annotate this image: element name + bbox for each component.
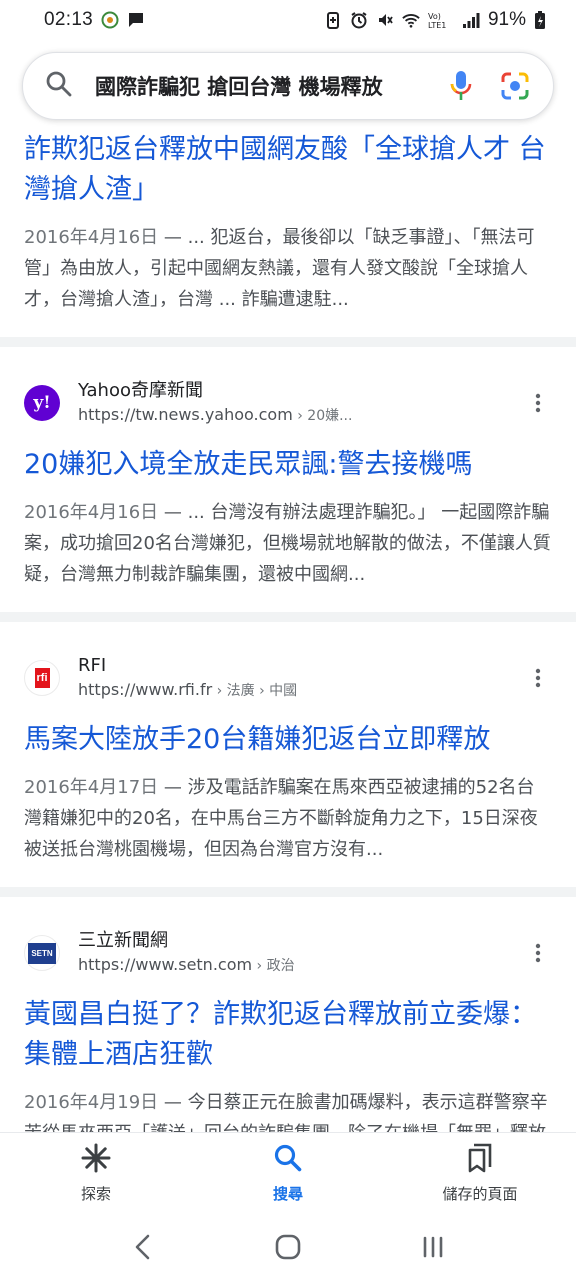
source-url-text: https://www.rfi.fr — [78, 679, 213, 699]
signal-icon — [462, 11, 480, 29]
favicon-label: rfi — [34, 668, 50, 688]
saved-pages-icon — [466, 1143, 494, 1177]
nav-search-label: 搜尋 — [272, 1185, 303, 1203]
more-options-icon[interactable] — [524, 933, 552, 973]
nav-saved-label: 儲存的頁面 — [442, 1185, 518, 1203]
alarm-icon — [350, 11, 368, 29]
result-card: rfi RFI https://www.rfi.fr › 法廣 › 中國 馬案大… — [0, 622, 576, 887]
google-lens-icon[interactable] — [495, 66, 535, 106]
more-options-icon[interactable] — [524, 383, 552, 423]
setn-favicon-icon: SETN — [24, 935, 60, 971]
source-url-text: https://www.setn.com — [78, 954, 253, 974]
nav-discover-label: 探索 — [80, 1185, 111, 1203]
more-options-icon[interactable] — [524, 658, 552, 698]
rfi-favicon-icon: rfi — [24, 660, 60, 696]
status-time: 02:13 — [44, 9, 94, 30]
result-snippet: 2016年4月16日 — ... 台灣沒有辦法處理詐騙犯。」 一起國際詐騙案，成… — [24, 497, 552, 590]
result-date: 2016年4月16日 — [24, 227, 159, 248]
source-url: https://www.setn.com › 政治 — [78, 953, 524, 978]
result-title[interactable]: 黃國昌白挺了？詐欺犯返台釋放前立委爆：集體上酒店狂歡 — [24, 995, 552, 1075]
status-bar: 02:13 Vo) LTE1 91% — [0, 0, 576, 40]
app-notification-icon — [101, 11, 119, 29]
result-date: 2016年4月17日 — [24, 777, 159, 798]
search-icon[interactable] — [45, 70, 73, 102]
nav-discover[interactable]: 探索 — [0, 1133, 192, 1214]
source-url: https://tw.news.yahoo.com › 20嫌... — [78, 403, 524, 428]
result-title[interactable]: 20嫌犯入境全放走民眾諷:警去接機嗎 — [24, 445, 552, 485]
source-breadcrumb: › 政治 — [252, 957, 295, 974]
microphone-icon[interactable] — [441, 66, 481, 106]
source-name: 三立新聞網 — [78, 929, 168, 951]
result-card: 詐欺犯返台釋放中國網友酸「全球搶人才 台灣搶人渣」 2016年4月16日 — .… — [0, 128, 576, 337]
result-snippet: 2016年4月19日 — 今日蔡正元在臉書加碼爆料，表示這群警察辛苦從馬來西亞「… — [24, 1087, 552, 1132]
nav-saved[interactable]: 儲存的頁面 — [384, 1133, 576, 1214]
battery-saver-icon — [324, 11, 342, 29]
result-title[interactable]: 詐欺犯返台釋放中國網友酸「全球搶人才 台灣搶人渣」 — [24, 130, 552, 210]
source-name: Yahoo奇摩新聞 — [78, 379, 203, 401]
search-input[interactable]: 國際詐騙犯 搶回台灣 機場釋放 — [95, 71, 427, 101]
result-snippet: 2016年4月17日 — 涉及電話詐騙案在馬來西亞被逮捕的52名台灣籍嫌犯中的2… — [24, 772, 552, 865]
result-card: y! Yahoo奇摩新聞 https://tw.news.yahoo.com ›… — [0, 347, 576, 612]
wifi-icon — [402, 11, 420, 29]
back-chevron-icon[interactable] — [121, 1225, 165, 1269]
battery-charging-icon — [534, 11, 546, 29]
result-source[interactable]: y! Yahoo奇摩新聞 https://tw.news.yahoo.com ›… — [24, 373, 552, 433]
discover-asterisk-icon — [81, 1143, 111, 1177]
favicon-label: y! — [33, 393, 51, 413]
message-icon — [127, 11, 145, 29]
yahoo-favicon-icon: y! — [24, 385, 60, 421]
volte-icon: Vo) LTE1 — [428, 11, 454, 29]
battery-percent: 91% — [487, 9, 526, 30]
system-navigation-bar — [0, 1214, 576, 1280]
result-source[interactable]: SETN 三立新聞網 https://www.setn.com › 政治 — [24, 923, 552, 983]
svg-text:Vo): Vo) — [428, 12, 441, 21]
result-date: 2016年4月16日 — [24, 502, 159, 523]
recent-apps-icon[interactable] — [411, 1225, 455, 1269]
svg-text:LTE1: LTE1 — [428, 21, 446, 29]
source-url-text: https://tw.news.yahoo.com — [78, 404, 293, 424]
source-name: RFI — [78, 654, 107, 676]
source-url: https://www.rfi.fr › 法廣 › 中國 — [78, 678, 524, 703]
result-card: SETN 三立新聞網 https://www.setn.com › 政治 黃國昌… — [0, 897, 576, 1132]
source-breadcrumb: › 20嫌... — [292, 407, 353, 424]
result-source[interactable]: rfi RFI https://www.rfi.fr › 法廣 › 中國 — [24, 648, 552, 708]
nav-search[interactable]: 搜尋 — [192, 1133, 384, 1214]
result-date: 2016年4月19日 — [24, 1092, 159, 1113]
search-bar[interactable]: 國際詐騙犯 搶回台灣 機場釋放 — [22, 52, 554, 120]
result-title[interactable]: 馬案大陸放手20台籍嫌犯返台立即釋放 — [24, 720, 552, 760]
mute-icon — [376, 11, 394, 29]
source-breadcrumb: › 法廣 › 中國 — [212, 682, 298, 699]
search-tab-icon — [273, 1143, 303, 1177]
home-icon[interactable] — [266, 1225, 310, 1269]
search-results: 詐欺犯返台釋放中國網友酸「全球搶人才 台灣搶人渣」 2016年4月16日 — .… — [0, 128, 576, 1132]
favicon-label: SETN — [28, 942, 56, 964]
bottom-navigation: 探索 搜尋 儲存的頁面 — [0, 1132, 576, 1214]
result-snippet: 2016年4月16日 — ... 犯返台，最後卻以「缺乏事證」、「無法可管」為由… — [24, 222, 552, 315]
